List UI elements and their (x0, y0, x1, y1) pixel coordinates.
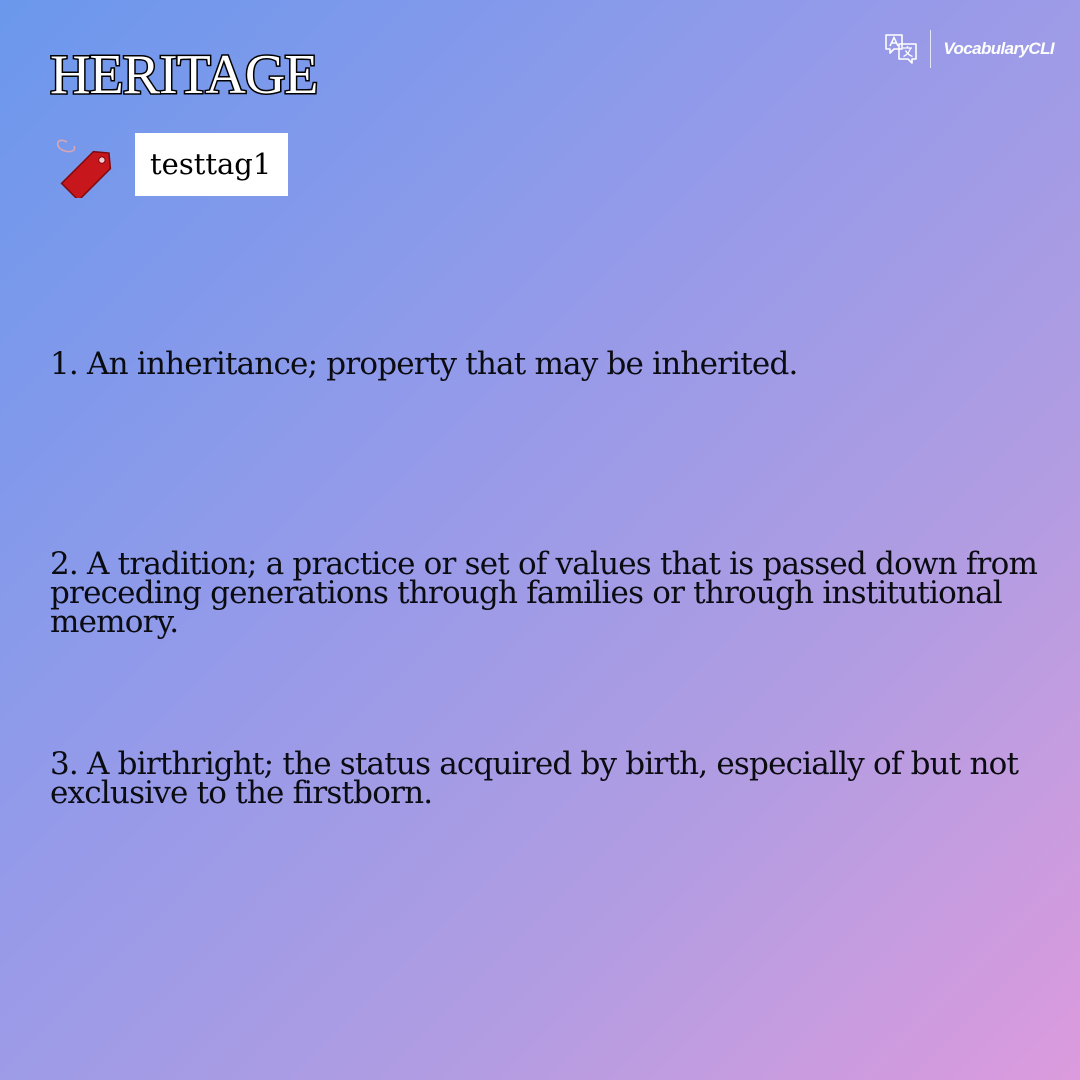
brand-divider (930, 30, 932, 68)
tag-row: testtag1 (52, 130, 289, 198)
translate-icon (885, 34, 918, 64)
word-title: HERITAGE (48, 43, 319, 108)
definition-3: 3. A birthright; the status acquired by … (50, 746, 1019, 811)
price-tag-icon (56, 139, 112, 198)
brand-name: VocabularyCLI (943, 39, 1054, 58)
definition-1: 1. An inheritance; property that may be … (50, 346, 798, 382)
brand-logo: VocabularyCLI (884, 30, 1055, 68)
tag-chip: testtag1 (135, 132, 289, 196)
definition-2: 2. A tradition; a practice or set of val… (50, 546, 1038, 640)
